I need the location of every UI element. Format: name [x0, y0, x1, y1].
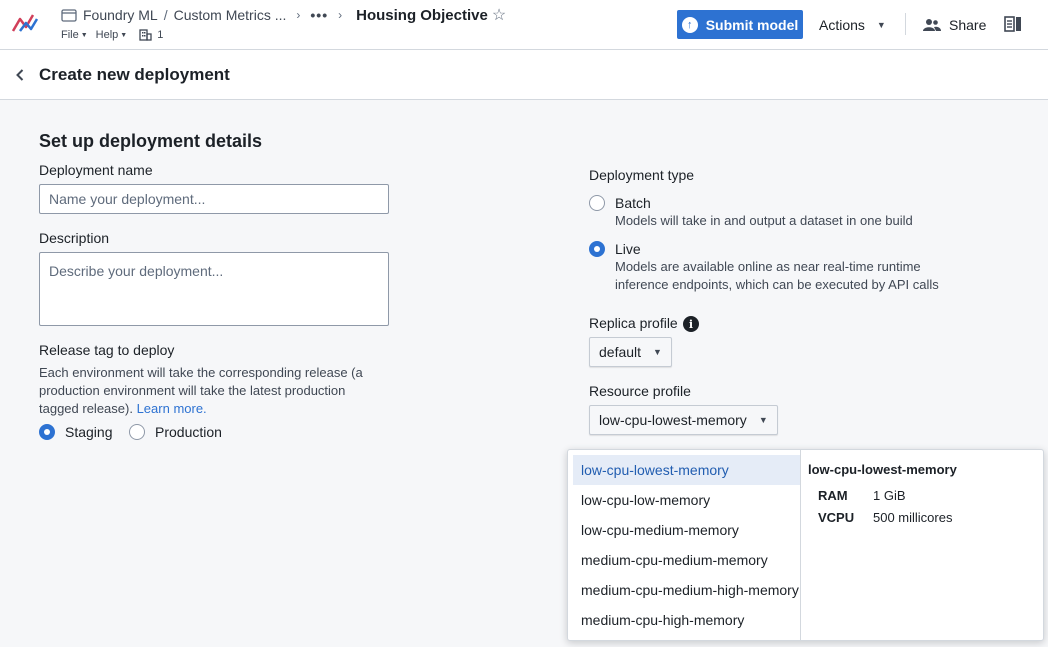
radio-staging[interactable] — [39, 424, 55, 440]
dropdown-divider — [800, 450, 801, 640]
resource-profile-label: Resource profile — [589, 383, 691, 399]
release-option-staging[interactable]: Staging — [39, 424, 112, 440]
deployment-type-label: Deployment type — [589, 167, 695, 183]
resource-option[interactable]: low-cpu-medium-memory — [573, 515, 800, 545]
toolbar-divider — [905, 13, 906, 35]
description-input[interactable] — [39, 252, 389, 326]
share-button[interactable]: Share — [923, 10, 986, 39]
radio-live[interactable] — [589, 241, 605, 257]
learn-more-link[interactable]: Learn more. — [137, 401, 207, 416]
breadcrumb-foundry-ml[interactable]: Foundry ML — [83, 7, 158, 23]
resource-detail-panel: low-cpu-lowest-memory RAM 1 GiB VCPU 500… — [808, 462, 957, 525]
deployment-name-input[interactable] — [39, 184, 389, 214]
release-option-label: Production — [155, 424, 222, 440]
top-bar: Foundry ML / Custom Metrics ... › ••• › … — [0, 0, 1048, 50]
radio-production[interactable] — [129, 424, 145, 440]
help-menu-label: Help — [95, 29, 119, 41]
building-icon — [139, 29, 152, 41]
caret-down-icon: ▼ — [876, 19, 886, 30]
star-icon[interactable]: ☆ — [492, 5, 506, 25]
caret-down-icon: ▼ — [758, 415, 768, 425]
live-description: Models are available online as near real… — [615, 259, 939, 292]
resource-option[interactable]: medium-cpu-high-memory — [573, 605, 800, 635]
people-count-value: 1 — [157, 29, 164, 41]
caret-down-icon: ▼ — [120, 31, 128, 39]
resource-option[interactable]: low-cpu-lowest-memory — [573, 455, 800, 485]
replica-profile-select[interactable]: default ▼ — [589, 337, 672, 367]
resource-title: Housing Objective — [356, 6, 488, 24]
deployment-type-batch[interactable]: Batch — [589, 195, 651, 211]
spec-row-ram: RAM 1 GiB — [818, 488, 906, 503]
resource-option[interactable]: medium-cpu-medium-high-memory — [573, 575, 800, 605]
release-tag-help: Each environment will take the correspon… — [39, 364, 379, 418]
breadcrumb: Foundry ML / Custom Metrics ... › ••• › … — [61, 5, 506, 25]
replica-profile-value: default — [599, 344, 642, 360]
chevron-right-icon: › — [338, 8, 343, 22]
page-header: Create new deployment — [0, 50, 1048, 100]
resource-option[interactable]: medium-cpu-medium-memory — [573, 545, 800, 575]
spec-value: 500 millicores — [873, 510, 953, 525]
file-menu[interactable]: File ▼ — [61, 29, 88, 41]
app-logo-icon[interactable] — [11, 11, 39, 35]
resource-option[interactable]: low-cpu-low-memory — [573, 485, 800, 515]
menu-bar: File ▼ Help ▼ 1 — [61, 28, 163, 42]
deployment-type-live[interactable]: Live — [589, 241, 641, 257]
info-icon[interactable]: i — [683, 316, 699, 332]
caret-down-icon: ▼ — [80, 31, 88, 39]
spec-key: VCPU — [818, 510, 855, 525]
actions-label: Actions — [819, 16, 865, 33]
submit-model-label: Submit model — [705, 16, 799, 33]
folder-icon — [61, 9, 77, 22]
breadcrumb-overflow-button[interactable]: ••• — [310, 7, 328, 23]
breadcrumb-separator: / — [163, 7, 168, 23]
spec-value: 1 GiB — [873, 488, 906, 503]
resource-detail-title: low-cpu-lowest-memory — [808, 462, 957, 477]
replica-profile-label: Replica profile — [589, 315, 678, 331]
release-tag-label: Release tag to deploy — [39, 342, 175, 358]
chevron-left-icon — [16, 69, 24, 81]
batch-description: Models will take in and output a dataset… — [615, 213, 913, 228]
resource-profile-value: low-cpu-lowest-memory — [599, 412, 747, 428]
release-option-label: Staging — [65, 424, 113, 440]
resource-profile-select[interactable]: low-cpu-lowest-memory ▼ — [589, 405, 778, 435]
file-menu-label: File — [61, 29, 79, 41]
chevron-right-icon: › — [296, 8, 301, 22]
arrow-up-icon: ↑ — [681, 16, 698, 33]
people-count[interactable]: 1 — [139, 29, 163, 41]
actions-button[interactable]: Actions ▼ — [811, 10, 894, 39]
submit-model-button[interactable]: ↑ Submit model — [677, 10, 803, 39]
description-label: Description — [39, 230, 110, 246]
resource-profile-options: low-cpu-lowest-memory low-cpu-low-memory… — [573, 455, 800, 635]
radio-batch[interactable] — [589, 195, 605, 211]
resource-profile-dropdown: low-cpu-lowest-memory low-cpu-low-memory… — [567, 449, 1044, 641]
side-panel-toggle-icon[interactable] — [1004, 15, 1022, 33]
breadcrumb-custom-metrics[interactable]: Custom Metrics ... — [174, 7, 287, 23]
people-icon — [923, 18, 941, 31]
deployment-name-label: Deployment name — [39, 162, 153, 178]
spec-key: RAM — [818, 488, 848, 503]
caret-down-icon: ▼ — [653, 347, 662, 357]
deployment-type-option-label: Batch — [615, 195, 651, 211]
back-button[interactable] — [12, 66, 28, 84]
release-option-production[interactable]: Production — [129, 424, 222, 440]
deployment-type-option-label: Live — [615, 241, 641, 257]
page-title: Create new deployment — [39, 65, 230, 84]
spec-row-vcpu: VCPU 500 millicores — [818, 510, 952, 525]
section-title: Set up deployment details — [39, 131, 263, 151]
help-menu[interactable]: Help ▼ — [96, 29, 128, 41]
share-label: Share — [949, 16, 987, 33]
